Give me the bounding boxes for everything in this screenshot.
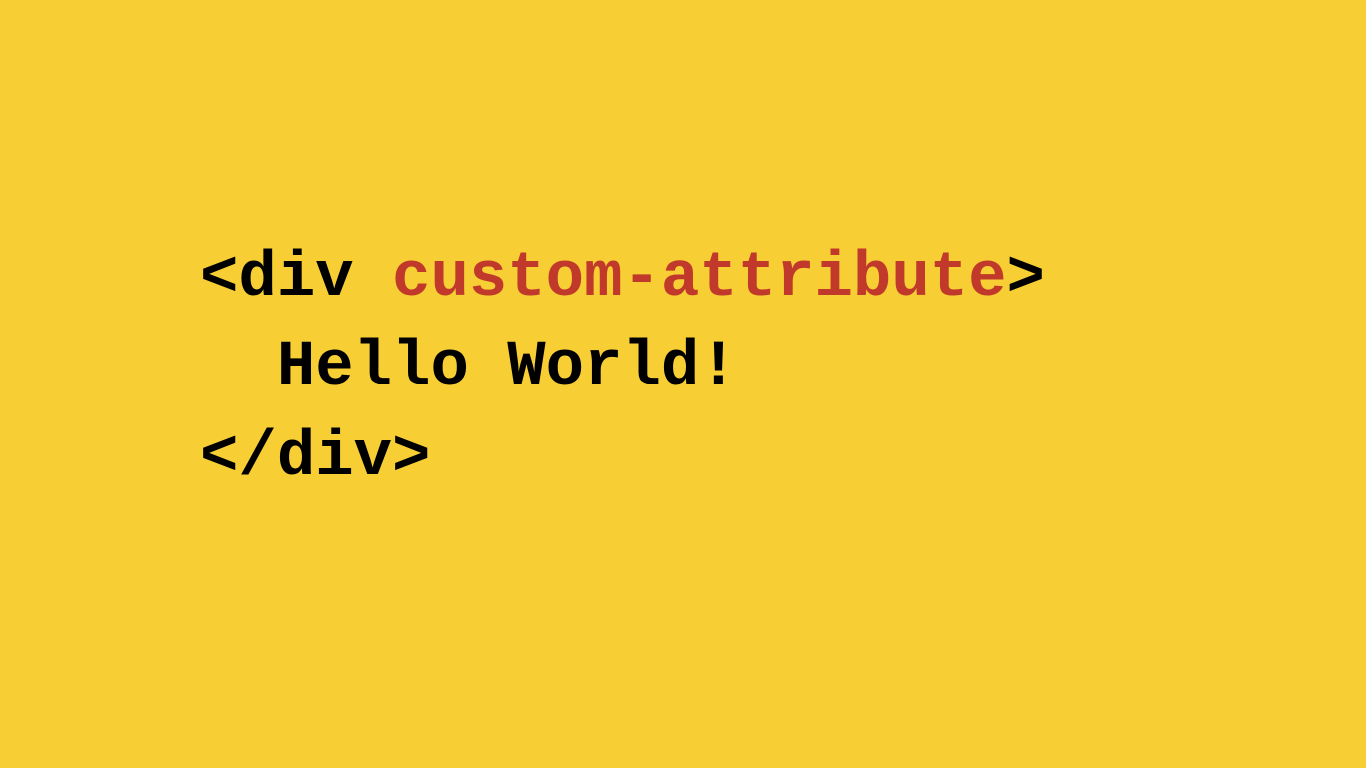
content-text: Hello World! xyxy=(200,332,738,404)
closing-tag: </div> xyxy=(200,422,430,494)
attribute-name: custom-attribute xyxy=(392,243,1007,315)
tag-close-bracket: > xyxy=(1007,243,1045,315)
code-snippet: <div custom-attribute> Hello World! </di… xyxy=(200,235,1045,504)
tag-open: <div xyxy=(200,243,392,315)
